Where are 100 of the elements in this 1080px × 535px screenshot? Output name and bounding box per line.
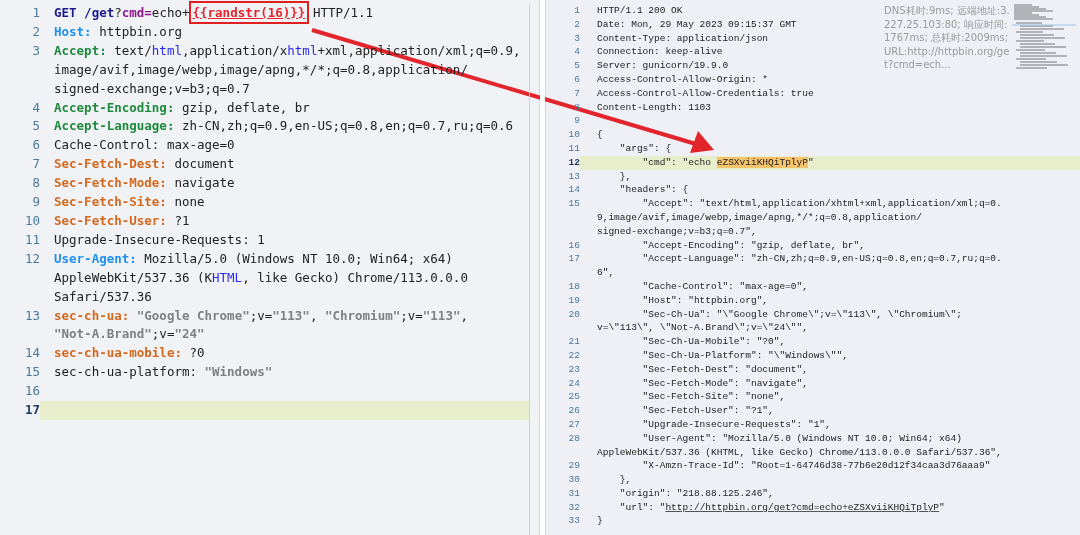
code-line: Accept-Encoding: gzip, deflate, br (54, 98, 310, 117)
line-number: 12 (568, 156, 580, 168)
code-line: "Sec-Fetch-Mode": "navigate", (641, 376, 808, 391)
code-line: Date: Mon, 29 May 2023 09:15:37 GMT (597, 17, 797, 32)
code-line: AppleWebKit/537.36 (KHTML, like Gecko) Chrome/113.0.0.0 Safari/537.36", (597, 445, 1002, 460)
line-number: 24 (568, 377, 580, 389)
code-line: Access-Control-Allow-Credentials: true (597, 86, 814, 101)
line-number: 6 (32, 137, 40, 153)
code-line: "Accept": "text/html,application/xhtml+xml,application/xml;q=0. (641, 197, 1002, 211)
code-line: HTTP/1.1 200 OK (597, 4, 683, 18)
code-line: "Sec-Ch-Ua": "\"Google Chrome\";v=\"113\", \"Chromium\"; (641, 307, 962, 322)
code-line: { (597, 128, 603, 142)
line-number: 25 (568, 391, 580, 403)
line-number: 27 (568, 418, 580, 430)
code-line: Server: gunicorn/19.9.0 (597, 59, 729, 73)
code-line: signed-exchange;v=b3;q=0.7 (54, 79, 250, 98)
line-number: 29 (568, 460, 580, 472)
code-line: sec-ch-ua-platform: "Windows" (54, 363, 273, 382)
line-number: 2 (574, 18, 580, 30)
line-number: 33 (568, 515, 580, 527)
response-viewer[interactable] (545, 0, 1080, 535)
code-line: "Accept-Language": "zh-CN,zh;q=0.9,en-US;q=0.8,en;q=0.7,ru;q=0. (641, 252, 1002, 267)
line-number: 15 (568, 198, 580, 210)
code-line: "cmd": "echo eZSXviiKHQiTplyP" (641, 155, 814, 170)
code-line: User-Agent: Mozilla/5.0 (Windows NT 10.0; Win64; x64) (54, 249, 453, 268)
code-line: Sec-Fetch-Dest: document (54, 155, 235, 174)
code-line: sec-ch-ua: "Google Chrome";v="113", "Chromium";v="113", (54, 306, 468, 325)
code-line: "Sec-Fetch-Site": "none", (641, 390, 786, 405)
line-number: 2 (32, 23, 40, 39)
code-line: "Sec-Fetch-User": "?1", (641, 404, 774, 418)
line-number: 5 (32, 118, 40, 134)
code-line: "X-Amzn-Trace-Id": "Root=1-64746d38-77b6e20d12f34caa3d76aaa9" (641, 459, 991, 474)
code-line: "Accept-Encoding": "gzip, deflate, br", (641, 238, 865, 253)
code-line: "args": { (618, 141, 672, 156)
line-number: 1 (574, 5, 580, 16)
line-number: 21 (568, 336, 580, 348)
line-number: 10 (568, 129, 580, 141)
line-number: 23 (568, 363, 580, 375)
code-line: }, (618, 169, 632, 184)
code-line: AppleWebKit/537.36 (KHTML, like Gecko) Chrome/113.0.0.0 (54, 268, 468, 287)
code-line: Safari/537.36 (54, 287, 152, 306)
code-line: Connection: keep-alive (597, 45, 723, 60)
line-number: 8 (574, 101, 580, 113)
line-number: 18 (568, 280, 580, 292)
code-line: }, (618, 473, 632, 487)
line-number: 22 (568, 349, 580, 361)
line-number: 4 (574, 46, 580, 58)
line-number: 11 (568, 142, 580, 154)
line-number: 26 (568, 405, 580, 417)
line-number: 16 (568, 239, 580, 251)
line-number: 8 (32, 175, 40, 191)
line-number: 14 (568, 184, 580, 196)
code-line: 6", (597, 266, 615, 280)
line-number: 32 (568, 501, 580, 513)
line-number: 19 (568, 294, 580, 306)
code-line: "headers": { (618, 183, 689, 198)
code-line: Content-Length: 1103 (597, 100, 712, 115)
code-line: "Not-A.Brand";v="24" (54, 325, 205, 344)
request-editor[interactable] (0, 0, 540, 535)
code-line: "origin": "218.88.125.246", (618, 486, 774, 501)
line-number: 15 (24, 364, 40, 380)
code-line: "Upgrade-Insecure-Requests": "1", (641, 417, 831, 432)
response-info: DNS耗时:9ms; 远端地址:3.227.25.103:80; 响应时间:1767ms; 总耗时:2009ms; URL:http://httpbin.org/get?cmd=ech... (884, 4, 1011, 72)
code-line: Host: httpbin.org (54, 22, 182, 41)
line-number: 14 (24, 345, 40, 361)
line-number: 12 (24, 250, 40, 266)
line-number: 1 (32, 5, 40, 20)
line-number: 13 (24, 307, 40, 323)
code-line: Content-Type: application/json (597, 31, 769, 46)
code-line: "Sec-Ch-Ua-Mobile": "?0", (641, 335, 786, 349)
code-line: "Sec-Ch-Ua-Platform": "\"Windows\"", (641, 348, 848, 363)
line-number: 20 (568, 308, 580, 320)
code-line: "Sec-Fetch-Dest": "document", (641, 362, 808, 377)
code-line: Sec-Fetch-User: ?1 (54, 211, 190, 230)
code-line: sec-ch-ua-mobile: ?0 (54, 344, 205, 363)
code-line: signed-exchange;v=b3;q=0.7", (597, 224, 757, 239)
line-number: 5 (574, 60, 580, 72)
code-line: "Host": "httpbin.org", (641, 293, 769, 308)
line-number: 7 (32, 156, 40, 172)
line-number: 4 (32, 99, 40, 115)
line-number: 6 (574, 74, 580, 85)
code-line: Sec-Fetch-Mode: navigate (54, 174, 235, 193)
code-line: Upgrade-Insecure-Requests: 1 (54, 230, 265, 249)
line-number: 11 (24, 231, 40, 247)
line-number: 31 (568, 487, 580, 499)
line-number: 13 (568, 170, 580, 182)
code-line: "url": "http://httpbin.org/get?cmd=echo+eZSXviiKHQiTplyP" (618, 500, 945, 515)
line-number: 3 (32, 42, 40, 58)
line-number: 28 (568, 432, 580, 444)
line-number: 10 (24, 212, 40, 228)
code-line: Cache-Control: max-age=0 (54, 136, 235, 155)
code-line: "User-Agent": "Mozilla/5.0 (Windows NT 10.0; Win64; x64) (641, 431, 962, 446)
code-line: "Cache-Control": "max-age=0", (641, 279, 808, 294)
code-line: 9,image/avif,image/webp,image/apng,*/*;q=0.8,application/ (597, 210, 922, 225)
line-number: 3 (574, 32, 580, 44)
line-number: 17 (24, 402, 40, 418)
line-number: 7 (574, 87, 580, 99)
code-line: Sec-Fetch-Site: none (54, 193, 205, 212)
code-line: GET /get?cmd=echo+ {{randstr(16)}} HTTP/1.1 (54, 4, 374, 23)
line-number: 16 (24, 383, 40, 399)
